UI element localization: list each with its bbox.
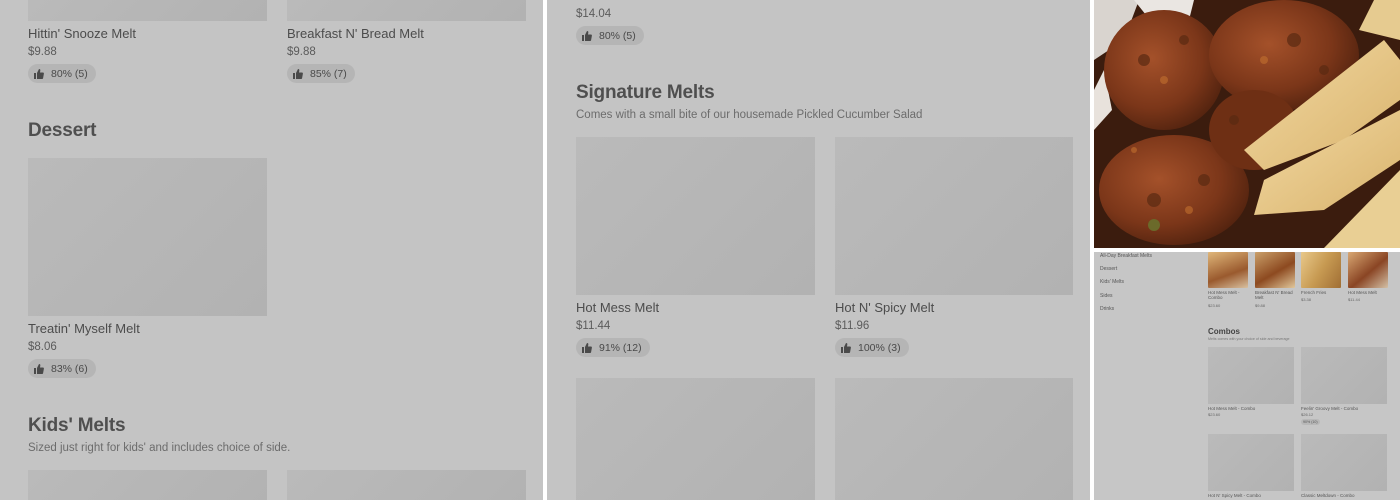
item-image-placeholder[interactable]: [1208, 434, 1294, 491]
rating-badge: 90% (10): [1301, 419, 1320, 425]
thumbs-up-icon: [841, 342, 851, 353]
section-title-signature-melts: Signature Melts: [576, 82, 715, 103]
item-image-placeholder[interactable]: [1301, 434, 1387, 491]
item-name[interactable]: Hot Mess Melt - Combo: [1208, 406, 1255, 411]
item-name[interactable]: Hot Mess Melt - Combo: [1208, 290, 1248, 300]
item-thumbnail[interactable]: [1348, 252, 1388, 288]
sidebar-item-drinks[interactable]: Drinks: [1100, 306, 1114, 312]
item-image-placeholder[interactable]: [28, 158, 267, 316]
item-price: $11.44: [576, 320, 611, 332]
item-price: $8.06: [28, 341, 57, 353]
item-image-placeholder[interactable]: [576, 137, 815, 295]
rating-text: 83% (6): [51, 362, 88, 375]
section-title-kids-melts: Kids' Melts: [28, 415, 126, 436]
rating-badge: 100% (3): [835, 338, 909, 357]
sidebar-item-sides[interactable]: Sides: [1100, 293, 1113, 299]
item-price: $11.44: [1348, 297, 1360, 302]
section-title-dessert: Dessert: [28, 120, 97, 141]
food-photo: [1094, 0, 1400, 248]
sidebar-item-dessert[interactable]: Dessert: [1100, 266, 1117, 272]
sidebar-item-kids-melts[interactable]: Kids' Melts: [1100, 279, 1124, 285]
rating-badge: 85% (7): [287, 64, 355, 83]
item-image-placeholder[interactable]: [287, 470, 526, 500]
item-image-placeholder[interactable]: [835, 378, 1073, 500]
screenshot-canvas: Hittin' Snooze Melt $9.88 80% (5) Breakf…: [0, 0, 1400, 500]
rating-badge: 80% (5): [28, 64, 96, 83]
rating-text: 85% (7): [310, 67, 347, 80]
item-price: $26.12: [1301, 412, 1314, 417]
rating-badge: 83% (6): [28, 359, 96, 378]
item-image-placeholder[interactable]: [576, 378, 815, 500]
item-name[interactable]: Breakfast N' Bread Melt: [287, 26, 424, 41]
item-image-placeholder[interactable]: [1301, 347, 1387, 404]
item-price: $3.38: [1301, 297, 1312, 302]
item-name[interactable]: Feelin' Groovy Melt - Combo: [1301, 406, 1358, 411]
item-price: $14.04: [576, 8, 612, 20]
menu-panel-middle: $14.04 80% (5) Signature Melts Comes wit…: [547, 0, 1090, 500]
item-image-placeholder[interactable]: [1208, 347, 1294, 404]
rating-text: 80% (5): [51, 67, 88, 80]
item-name[interactable]: Hot Mess Melt: [576, 300, 659, 315]
rating-badge: 91% (12): [576, 338, 650, 357]
thumbs-up-icon: [34, 363, 44, 374]
item-image-placeholder[interactable]: [287, 0, 526, 21]
item-price: $23.60: [1208, 412, 1221, 417]
item-name[interactable]: Classic Meltdown - Combo: [1301, 493, 1355, 498]
sidebar-item-breakfast[interactable]: All-Day Breakfast Melts: [1100, 253, 1152, 259]
menu-panel-left: Hittin' Snooze Melt $9.88 80% (5) Breakf…: [0, 0, 543, 500]
item-image-placeholder[interactable]: [28, 0, 267, 21]
item-name[interactable]: Breakfast N' Bread Melt: [1255, 290, 1295, 300]
item-price: $9.88: [1255, 303, 1266, 308]
rating-badge: 80% (5): [576, 26, 644, 45]
thumbs-up-icon: [34, 68, 44, 79]
thumbs-up-icon: [582, 30, 592, 41]
food-photo-illustration: [1094, 0, 1400, 248]
item-image-placeholder[interactable]: [835, 137, 1073, 295]
section-subtitle: Sized just right for kids' and includes …: [28, 442, 291, 454]
item-name[interactable]: Hot Mess Melt: [1348, 290, 1388, 295]
item-price: $23.60: [1208, 303, 1221, 308]
section-subtitle: Melts comes with your choice of side and…: [1208, 337, 1290, 341]
section-title-combos: Combos: [1208, 327, 1240, 336]
rating-text: 91% (12): [599, 341, 642, 354]
item-price: $9.88: [287, 46, 316, 58]
thumbs-up-icon: [293, 68, 303, 79]
item-name[interactable]: French Fries: [1301, 290, 1341, 295]
item-thumbnail[interactable]: [1301, 252, 1341, 288]
thumbs-up-icon: [582, 342, 592, 353]
item-price: $11.96: [835, 320, 870, 332]
item-thumbnail[interactable]: [1255, 252, 1295, 288]
item-name[interactable]: Hittin' Snooze Melt: [28, 26, 136, 41]
rating-text: 100% (3): [858, 341, 901, 354]
item-name[interactable]: Treatin' Myself Melt: [28, 321, 140, 336]
item-name[interactable]: Hot N' Spicy Melt - Combo: [1208, 493, 1261, 498]
item-image-placeholder[interactable]: [28, 470, 267, 500]
item-name[interactable]: Hot N' Spicy Melt: [835, 300, 934, 315]
rating-text: 80% (5): [599, 29, 636, 42]
item-price: $9.88: [28, 46, 57, 58]
item-thumbnail[interactable]: [1208, 252, 1248, 288]
section-subtitle: Comes with a small bite of our housemade…: [576, 109, 923, 121]
menu-page-thumbnail: All-Day Breakfast Melts Dessert Kids' Me…: [1094, 252, 1400, 500]
